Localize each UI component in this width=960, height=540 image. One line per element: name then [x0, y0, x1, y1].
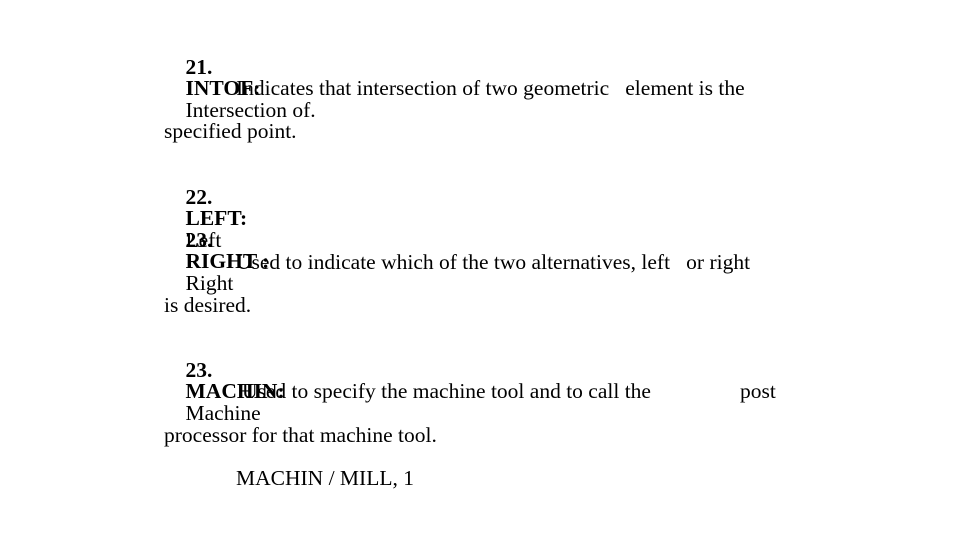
item-number: 23. [185, 357, 213, 382]
item-number: 21. [185, 54, 213, 79]
item-number: 22. [185, 184, 213, 209]
item-number: 23. [185, 227, 213, 252]
description-line: Used to specify the machine tool and to … [242, 379, 651, 403]
item-meaning: Intersection of. [185, 97, 316, 122]
description-line: post [740, 379, 776, 403]
description-line: Used to indicate which of the two altern… [236, 250, 751, 274]
description-line: specified point. [164, 119, 297, 143]
description-line: is desired. [164, 293, 252, 317]
description-line: processor for that machine tool. [164, 423, 437, 447]
description-line: Indicates that intersection of two geome… [236, 76, 745, 100]
item-meaning: Right [185, 270, 234, 295]
example-code: MACHIN / MILL, 1 [236, 466, 414, 490]
item-meaning: Machine [185, 400, 261, 425]
